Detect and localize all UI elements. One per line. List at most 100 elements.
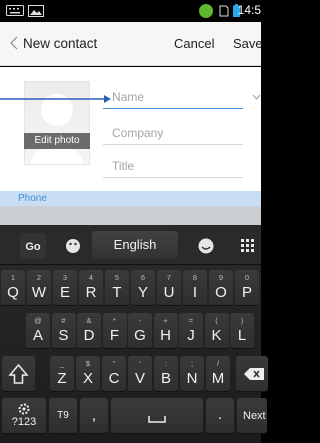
backspace-key[interactable] [236, 356, 268, 392]
key-label: V [134, 370, 145, 387]
pointer-arrow-icon [0, 95, 111, 103]
key-secondary-label: 6 [140, 273, 146, 282]
t9-key[interactable]: T9 [49, 398, 77, 434]
key-k[interactable]: (K [204, 313, 229, 349]
smiley-icon[interactable] [193, 233, 219, 259]
key-u[interactable]: 7U [157, 270, 181, 306]
key-t[interactable]: 5T [105, 270, 129, 306]
key-secondary-label: - [138, 316, 142, 325]
key-label: E [59, 284, 70, 301]
key-secondary-label: ; [190, 359, 194, 368]
symbols-key[interactable]: ?123 [2, 398, 46, 434]
key-secondary-label: 5 [114, 273, 120, 282]
key-o[interactable]: 9O [209, 270, 233, 306]
chevron-down-icon[interactable] [252, 94, 261, 100]
next-key-label: Next [243, 410, 266, 422]
key-label: T [112, 284, 122, 301]
key-secondary-label: = [188, 316, 194, 325]
next-key[interactable]: Next [237, 398, 267, 434]
emoji-face-icon[interactable] [60, 233, 86, 259]
key-v[interactable]: ' V [128, 356, 152, 392]
key-y[interactable]: 6Y [131, 270, 155, 306]
company-field[interactable]: Company [103, 126, 243, 140]
keyboard-icon [6, 5, 24, 16]
key-secondary-label: 7 [166, 273, 172, 282]
status-time: 14:5 [237, 3, 261, 17]
key-label: Z [57, 370, 67, 387]
key-x[interactable]: $ X [76, 356, 100, 392]
key-label: U [163, 284, 175, 301]
image-icon [28, 5, 44, 17]
key-c[interactable]: " C [102, 356, 126, 392]
key-label: O [215, 284, 227, 301]
key-g[interactable]: -G [128, 313, 152, 349]
key-p[interactable]: 0P [235, 270, 259, 306]
key-label: K [211, 327, 222, 344]
edit-photo-button[interactable]: Edit photo [24, 133, 90, 149]
shift-key[interactable] [2, 356, 35, 392]
key-secondary-label: @ [34, 316, 42, 325]
key-label: J [187, 327, 195, 344]
save-button[interactable]: Save [233, 36, 263, 51]
title-field[interactable]: Title [103, 159, 243, 173]
action-bar: New contact Cancel Save [0, 22, 263, 66]
company-field-underline [103, 144, 243, 145]
key-q[interactable]: 1Q [1, 270, 25, 306]
phone-section-label: Phone [18, 193, 47, 204]
key-s[interactable]: # S [51, 313, 76, 349]
key-b[interactable]: :B [154, 356, 178, 392]
key-secondary-label: & [86, 316, 92, 325]
key-z[interactable]: _ Z [50, 356, 74, 392]
shift-arrow-icon [8, 363, 29, 384]
key-i[interactable]: 8I [183, 270, 207, 306]
key-r[interactable]: 4R [79, 270, 103, 306]
key-label: H [160, 327, 171, 344]
t9-key-label: T9 [57, 410, 69, 421]
backspace-icon [244, 368, 264, 380]
key-d[interactable]: & D [77, 313, 101, 349]
key-secondary-label: $ [85, 359, 91, 368]
key-label: M [211, 370, 225, 387]
key-secondary-label: 3 [62, 273, 68, 282]
key-f[interactable]: * F [102, 313, 127, 349]
comma-key[interactable]: , [80, 398, 108, 434]
key-secondary-label: 0 [244, 273, 250, 282]
key-label: Q [7, 284, 19, 301]
period-key[interactable]: . [206, 398, 234, 434]
settings-gear-icon [18, 403, 30, 415]
key-secondary-label: 8 [192, 273, 198, 282]
key-label: F [109, 327, 120, 344]
key-secondary-label: ( [215, 316, 218, 325]
back-chevron-icon[interactable] [10, 36, 18, 50]
title-field-underline [103, 177, 243, 178]
language-selector[interactable]: English [92, 231, 178, 259]
key-label: Y [137, 284, 148, 301]
key-secondary-label: * [113, 316, 116, 325]
key-label: D [83, 327, 95, 344]
phone-section-body [0, 206, 261, 225]
sim-icon [219, 5, 229, 17]
page-title[interactable]: New contact [23, 36, 97, 51]
key-w[interactable]: 2W [27, 270, 51, 306]
google-go-icon[interactable]: Go [20, 233, 46, 259]
cancel-button[interactable]: Cancel [174, 36, 214, 51]
name-field[interactable]: Name [103, 90, 243, 104]
space-bar-icon [148, 416, 166, 423]
space-key[interactable] [111, 398, 203, 434]
status-bar: 14:5 [0, 0, 261, 22]
key-secondary-label: ) [240, 316, 244, 325]
key-secondary-label: : [164, 359, 168, 368]
key-m[interactable]: / M [206, 356, 230, 392]
key-l[interactable]: ) L [230, 313, 254, 349]
name-field-underline [103, 108, 243, 109]
key-secondary-label: # [61, 316, 66, 325]
key-a[interactable]: @ A [26, 313, 50, 349]
key-n[interactable]: ; N [180, 356, 204, 392]
key-label: C [108, 370, 120, 387]
key-e[interactable]: 3E [53, 270, 77, 306]
key-h[interactable]: + H [153, 313, 178, 349]
key-secondary-label: + [163, 316, 168, 325]
key-label: S [58, 327, 69, 344]
keyboard-grid-icon[interactable] [235, 233, 261, 259]
key-j[interactable]: = J [179, 313, 203, 349]
